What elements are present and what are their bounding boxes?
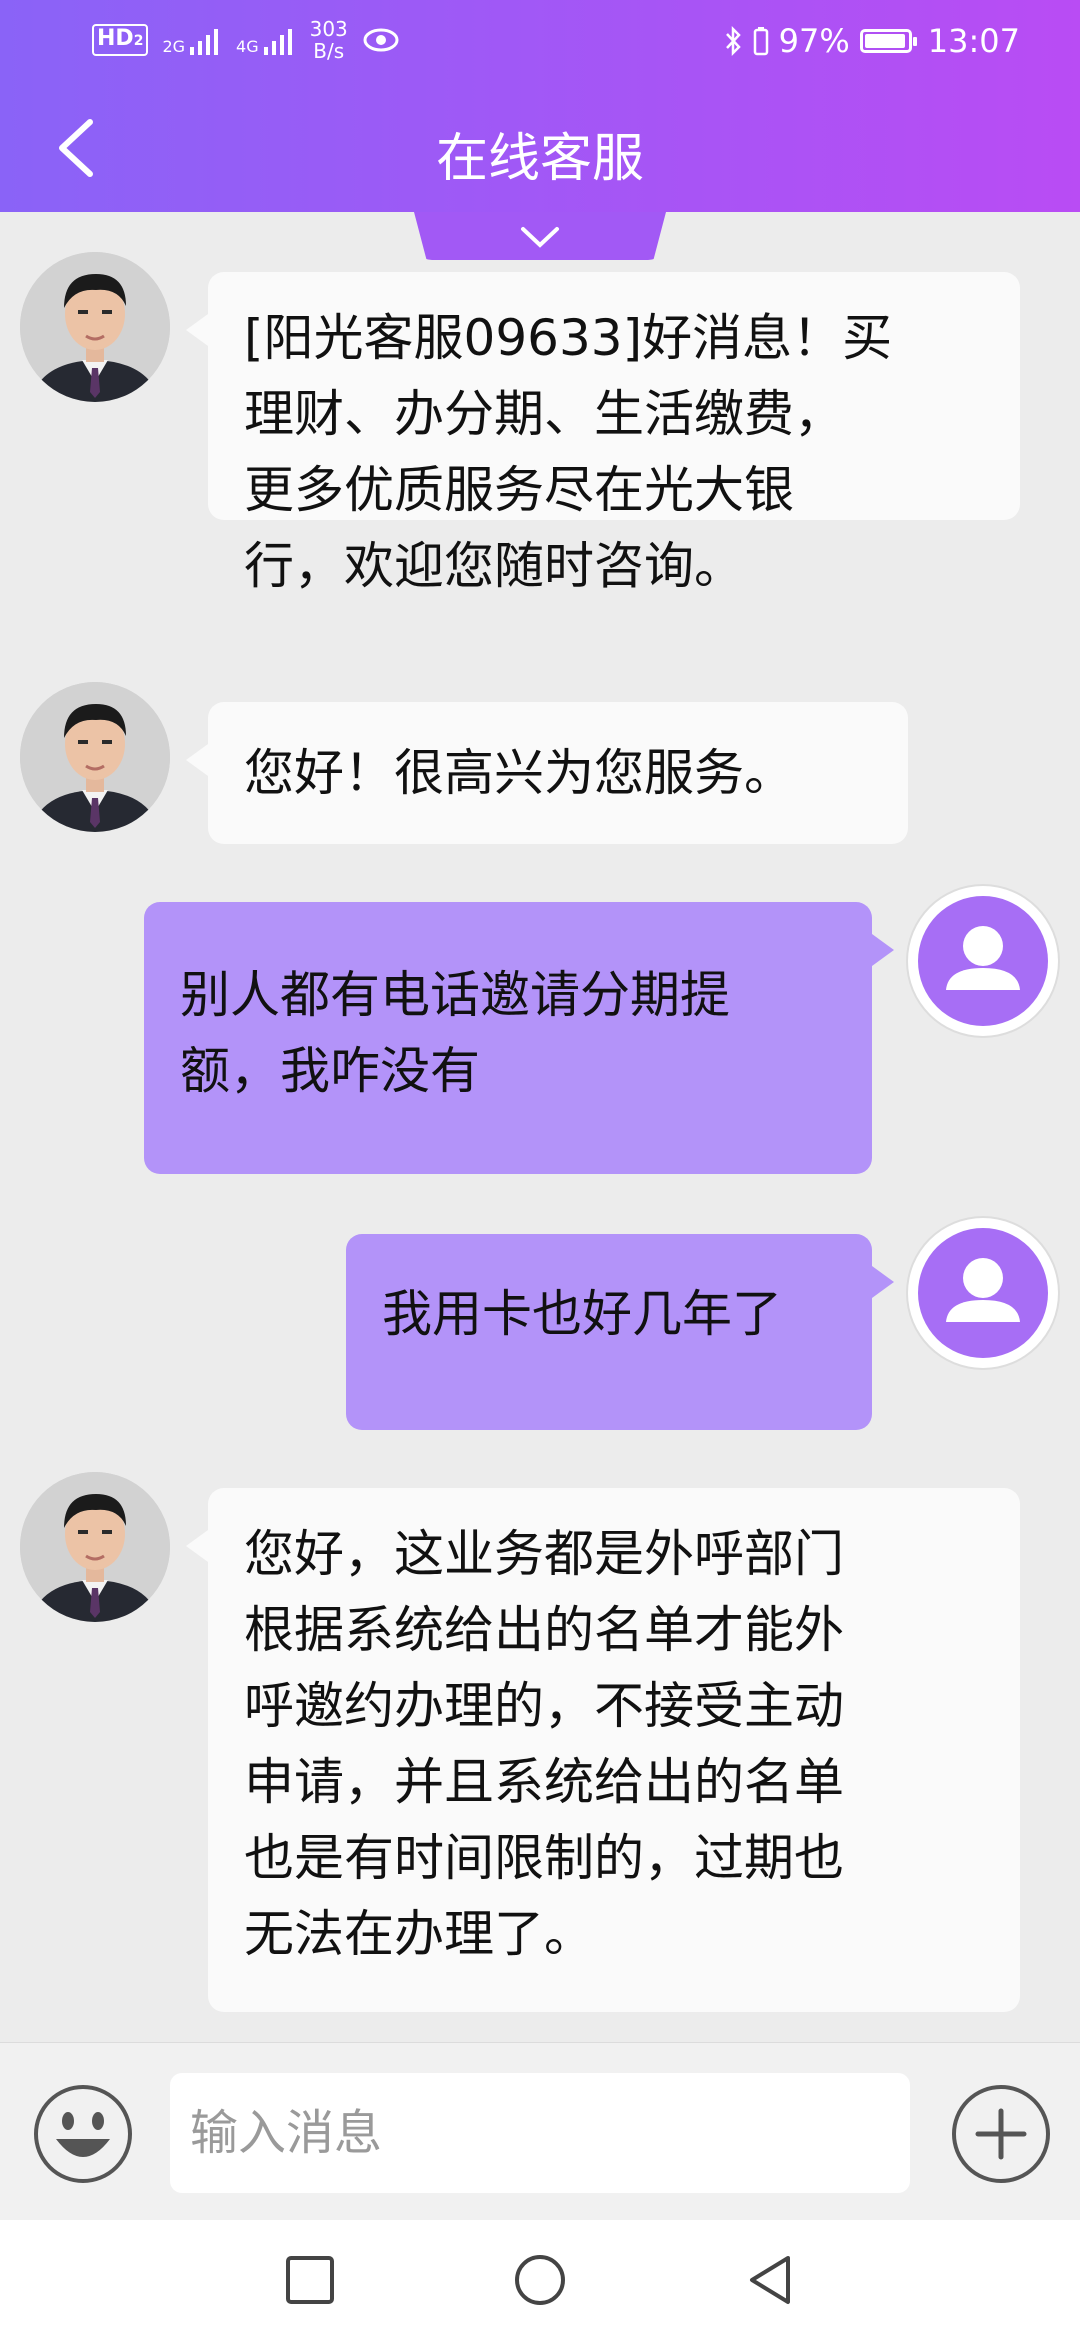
signal-icon-1: 2G <box>162 25 222 55</box>
agent-photo <box>20 682 170 832</box>
user-message: 别人都有电话邀请分期提 额，我咋没有 <box>144 902 894 1174</box>
triangle-back-icon <box>750 2256 790 2304</box>
agent-photo <box>20 1472 170 1622</box>
user-avatar[interactable] <box>908 886 1058 1036</box>
agent-message: 您好！很高兴为您服务。 <box>186 702 908 844</box>
chat-area[interactable]: [阳光客服09633]好消息！买 理财、办分期、生活缴费， 更多优质服务尽在光大… <box>0 212 1080 2042</box>
person-icon <box>946 1258 1020 1322</box>
agent-photo <box>20 252 170 402</box>
agent-avatar[interactable] <box>20 1472 170 1622</box>
title-bar: 在线客服 <box>0 86 1080 212</box>
message-input[interactable] <box>170 2073 910 2193</box>
more-button[interactable] <box>950 2083 1052 2185</box>
app-header: HD2 2G 4G 303 B/s 97% 13:07 在线客服 <box>0 0 1080 212</box>
bluetooth-icon <box>725 25 741 57</box>
circle-icon <box>515 2255 565 2305</box>
page-title: 在线客服 <box>435 129 644 189</box>
square-icon <box>286 2256 334 2304</box>
user-avatar[interactable] <box>908 1218 1058 1368</box>
network-speed: 303 B/s <box>309 17 348 63</box>
clock: 13:07 <box>927 22 1020 60</box>
battery-icon <box>859 29 917 53</box>
status-bar: HD2 2G 4G 303 B/s 97% 13:07 <box>0 0 1080 86</box>
hd-indicator: HD2 <box>92 24 149 56</box>
person-icon <box>946 926 1020 990</box>
agent-avatar[interactable] <box>20 252 170 402</box>
signal-icon-2: 4G <box>236 25 296 55</box>
agent-message: 您好，这业务都是外呼部门 根据系统给出的名单才能外 呼邀约办理的，不接受主动 申… <box>186 1488 1020 2012</box>
emoji-button[interactable] <box>32 2083 134 2185</box>
home-button[interactable] <box>510 2250 570 2310</box>
user-message: 我用卡也好几年了 <box>346 1234 894 1430</box>
battery-percent: 97% <box>778 22 850 60</box>
smiley-icon <box>34 2085 132 2183</box>
eye-icon <box>363 28 399 52</box>
battery-saver-icon <box>753 27 768 56</box>
agent-message: [阳光客服09633]好消息！买 理财、办分期、生活缴费， 更多优质服务尽在光大… <box>186 272 1020 595</box>
system-nav-bar <box>0 2220 1080 2340</box>
system-back-button[interactable] <box>740 2250 800 2310</box>
agent-avatar[interactable] <box>20 682 170 832</box>
recent-apps-button[interactable] <box>280 2250 340 2310</box>
message-input-bar <box>0 2042 1080 2221</box>
plus-icon <box>952 2085 1050 2183</box>
